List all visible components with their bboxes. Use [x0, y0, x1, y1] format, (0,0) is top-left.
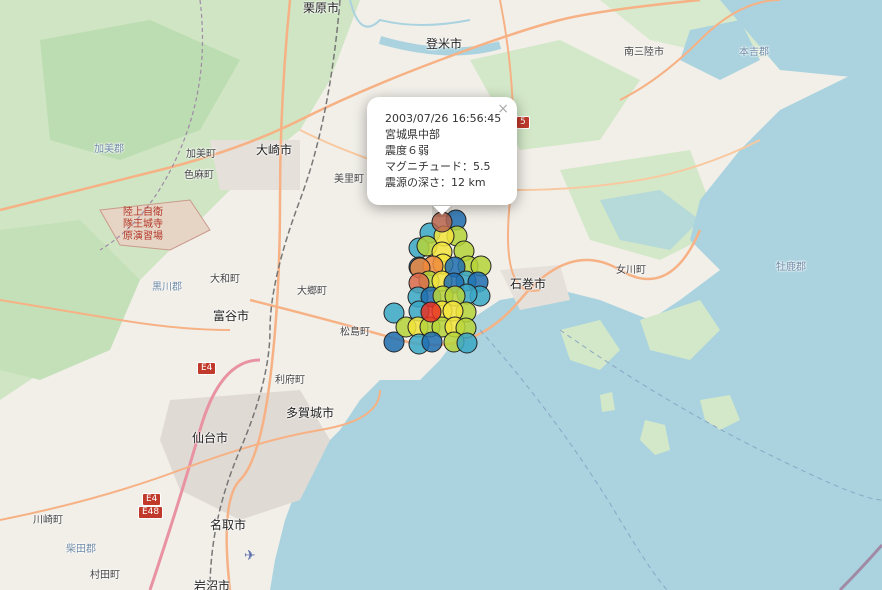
earthquake-marker[interactable]: [456, 332, 478, 354]
popup-depth: 震源の深さ：12 km: [385, 176, 486, 189]
map-view[interactable]: ✈ 栗原市 登米市 南三陸市 本吉郡 加美郡 加美町 大崎市 色麻町 美里町 陸…: [0, 0, 882, 590]
popup-tip: [432, 206, 452, 217]
popup-intensity: 震度６弱: [385, 144, 429, 157]
earthquake-marker-main[interactable]: [420, 301, 442, 323]
popup-datetime: 2003/07/26 16:56:45: [385, 112, 502, 125]
earthquake-markers-layer: [383, 209, 492, 355]
popup-region: 宮城県中部: [385, 128, 440, 141]
earthquake-info-popup: × 2003/07/26 16:56:45 宮城県中部 震度６弱 マグニチュード…: [367, 97, 517, 205]
earthquake-marker[interactable]: [421, 331, 443, 353]
popup-magnitude: マグニチュード：5.5: [385, 160, 491, 173]
close-icon[interactable]: ×: [497, 101, 509, 117]
